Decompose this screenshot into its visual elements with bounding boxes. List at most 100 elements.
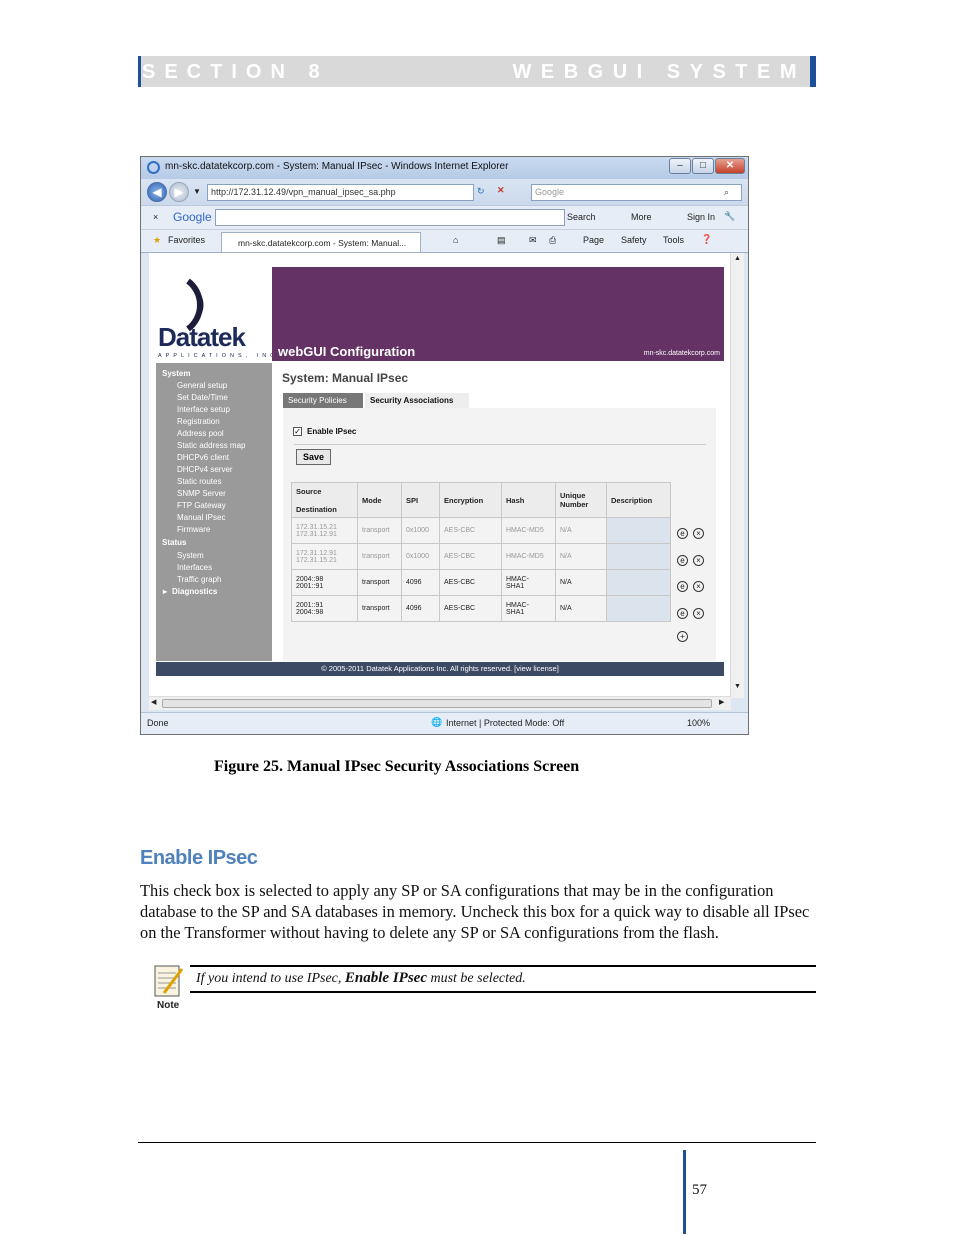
nav-item-traffic-graph[interactable]: Traffic graph	[177, 575, 221, 584]
scroll-up-icon[interactable]: ▲	[734, 255, 741, 262]
refresh-icon[interactable]: ↻	[477, 186, 485, 197]
col-unique-label-2: Number	[560, 500, 589, 509]
edit-icon[interactable]: e	[677, 555, 688, 566]
nav-item-firmware[interactable]: Firmware	[177, 525, 210, 534]
print-icon[interactable]: ⎙	[549, 235, 556, 246]
mail-icon[interactable]: ✉	[529, 235, 537, 246]
close-button[interactable]: ✕	[715, 158, 745, 174]
edit-icon[interactable]: e	[677, 581, 688, 592]
favorites-button[interactable]: Favorites	[168, 235, 205, 245]
nav-section-diagnostics[interactable]: Diagnostics	[172, 587, 217, 596]
cell-destination: 172.31.15.21	[296, 556, 337, 564]
nav-section-status[interactable]: Status	[162, 538, 186, 547]
nav-item-static-address-map[interactable]: Static address map	[177, 441, 245, 450]
delete-icon[interactable]: ×	[693, 528, 704, 539]
nav-item-registration[interactable]: Registration	[177, 417, 220, 426]
nav-item-dhcpv4-server[interactable]: DHCPv4 server	[177, 465, 233, 474]
search-field[interactable]: Google ⌕	[531, 184, 742, 201]
tab-title: mn-skc.datatekcorp.com - System: Manual.…	[238, 238, 407, 248]
cell-source: 172.31.15.21	[296, 523, 337, 531]
delete-icon[interactable]: ×	[693, 608, 704, 619]
edit-icon[interactable]: e	[677, 608, 688, 619]
close-toolbar-icon[interactable]: ×	[153, 212, 158, 222]
help-icon[interactable]: ❓	[701, 234, 712, 245]
nav-expand-icon[interactable]: ▸	[163, 587, 167, 596]
forward-icon[interactable]: ▶	[169, 182, 189, 202]
search-icon[interactable]: ⌕	[724, 185, 729, 200]
section-label: SECTION 8	[142, 61, 329, 83]
scroll-thumb[interactable]	[162, 699, 712, 708]
horizontal-scrollbar[interactable]: ◀ ▶	[149, 696, 731, 710]
enable-ipsec-checkbox[interactable]: ✓	[293, 427, 302, 436]
cell-spi: 4096	[401, 569, 440, 596]
tab-security-policies[interactable]: Security Policies	[283, 393, 363, 408]
browser-tab[interactable]: mn-skc.datatekcorp.com - System: Manual.…	[221, 232, 421, 252]
table-row: 172.31.12.91 172.31.15.21 transport 0x100…	[291, 543, 671, 570]
note-pad-icon	[152, 963, 186, 999]
cell-hash-1: HMAC-MD5	[506, 527, 544, 534]
scroll-left-icon[interactable]: ◀	[151, 698, 156, 706]
note-text-pre: If you intend to use IPsec,	[196, 971, 345, 986]
back-icon[interactable]: ◀	[147, 182, 167, 202]
stop-icon[interactable]: ✕	[497, 185, 505, 196]
cell-src-dst: 172.31.12.91 172.31.15.21	[291, 543, 358, 570]
nav-item-static-routes[interactable]: Static routes	[177, 477, 221, 486]
nav-item-interfaces[interactable]: Interfaces	[177, 563, 212, 572]
home-icon[interactable]: ⌂	[453, 235, 458, 245]
page-menu[interactable]: Page	[583, 235, 604, 245]
note-text: If you intend to use IPsec, Enable IPsec…	[196, 970, 526, 987]
cell-spi: 4096	[401, 595, 440, 622]
google-search-input[interactable]	[215, 209, 565, 226]
safety-menu[interactable]: Safety	[621, 235, 647, 245]
nav-item-general-setup[interactable]: General setup	[177, 381, 227, 390]
nav-item-status-system[interactable]: System	[177, 551, 204, 560]
vertical-scrollbar[interactable]: ▲ ▼	[730, 253, 744, 698]
nav-item-set-date-time[interactable]: Set Date/Time	[177, 393, 228, 402]
search-placeholder: Google	[535, 187, 565, 197]
toolbar-more[interactable]: More	[631, 212, 652, 222]
webgui-content: System: Manual IPsec Security Policies S…	[272, 363, 724, 661]
nav-item-ftp-gateway[interactable]: FTP Gateway	[177, 501, 226, 510]
nav-item-snmp-server[interactable]: SNMP Server	[177, 489, 226, 498]
minimize-button[interactable]: –	[669, 158, 691, 174]
footer-rule	[138, 1142, 816, 1143]
scroll-down-icon[interactable]: ▼	[734, 683, 741, 690]
tools-menu[interactable]: Tools	[663, 235, 684, 245]
nav-item-dhcpv6-client[interactable]: DHCPv6 client	[177, 453, 229, 462]
note-label: Note	[157, 1000, 180, 1011]
status-zone: Internet | Protected Mode: Off	[446, 718, 565, 728]
edit-icon[interactable]: e	[677, 528, 688, 539]
toolbar-signin[interactable]: Sign In	[687, 212, 715, 222]
save-button[interactable]: Save	[296, 449, 331, 465]
banner-title: webGUI Configuration	[278, 344, 416, 359]
wrench-icon[interactable]: 🔧	[724, 211, 735, 222]
nav-item-address-pool[interactable]: Address pool	[177, 429, 224, 438]
cell-unique: N/A	[555, 595, 607, 622]
url-field[interactable]: http://172.31.12.49/vpn_manual_ipsec_sa.…	[207, 184, 474, 201]
enable-ipsec-label: Enable IPsec	[307, 427, 357, 436]
feeds-icon[interactable]: ▤	[497, 235, 506, 246]
add-icon[interactable]: +	[677, 631, 688, 642]
nav-item-interface-setup[interactable]: Interface setup	[177, 405, 230, 414]
history-dropdown-icon[interactable]: ▼	[193, 187, 201, 196]
maximize-button[interactable]: □	[692, 158, 714, 174]
header-right-bar	[810, 56, 816, 87]
nav-section-system[interactable]: System	[162, 369, 190, 378]
body-paragraph: This check box is selected to apply any …	[140, 881, 810, 942]
delete-icon[interactable]: ×	[693, 581, 704, 592]
col-source-label: Source	[296, 486, 322, 496]
cell-hash-1: HMAC-	[506, 601, 529, 609]
logo-wordmark: Datatek	[158, 322, 246, 352]
webgui-sidebar: System General setup Set Date/Time Inter…	[156, 363, 272, 661]
tab-security-associations[interactable]: Security Associations	[365, 393, 469, 408]
delete-icon[interactable]: ×	[693, 555, 704, 566]
zoom-level[interactable]: 100%	[687, 718, 710, 728]
note-text-bold: Enable IPsec	[344, 970, 427, 986]
table-row: 172.31.15.21 172.31.12.91 transport 0x100…	[291, 517, 671, 544]
cell-src-dst: 2001::91 2004::98	[291, 595, 358, 622]
google-search-button[interactable]: Search	[567, 212, 596, 222]
cell-description	[606, 517, 671, 544]
section-title: WEBGUI SYSTEM	[512, 61, 806, 83]
nav-item-manual-ipsec[interactable]: Manual IPsec	[177, 513, 225, 522]
scroll-right-icon[interactable]: ▶	[719, 698, 724, 706]
